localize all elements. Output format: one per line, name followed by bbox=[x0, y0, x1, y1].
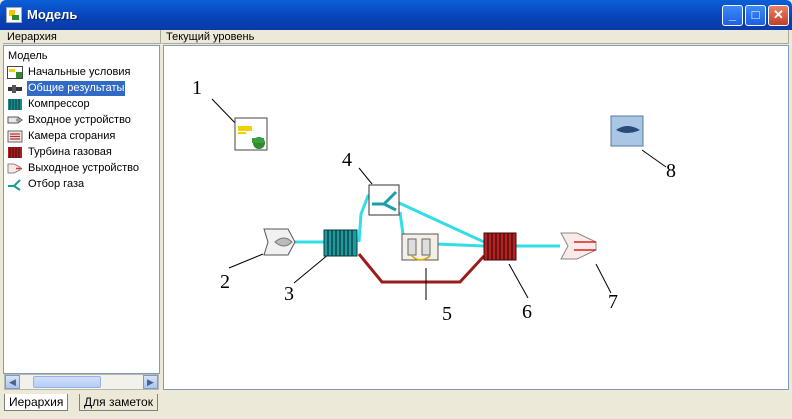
combustion-chamber-icon bbox=[7, 130, 23, 143]
block-compressor[interactable] bbox=[323, 229, 358, 257]
tree-item-label: Отбор газа bbox=[28, 178, 85, 190]
tree-root[interactable]: Модель bbox=[8, 50, 47, 62]
tree-item-label: Общие результаты bbox=[27, 81, 126, 96]
bottom-tab-bar: Иерархия Для заметок bbox=[0, 392, 792, 419]
compressor-icon bbox=[8, 99, 22, 110]
tree-item-label: Турбина газовая bbox=[28, 146, 112, 158]
scroll-right-button[interactable]: ▶ bbox=[143, 375, 158, 389]
tab-hierarchy[interactable]: Иерархия bbox=[4, 394, 69, 411]
label-3: 3 bbox=[284, 283, 294, 305]
current-level-header[interactable]: Текущий уровень bbox=[162, 30, 789, 44]
window-title: Модель bbox=[27, 7, 78, 22]
scroll-thumb[interactable] bbox=[33, 376, 101, 388]
initial-conditions-icon bbox=[7, 66, 23, 79]
leader-lines bbox=[211, 98, 667, 300]
scroll-left-button[interactable]: ◀ bbox=[5, 375, 20, 389]
hierarchy-tree[interactable]: Модель Начальные условия Общие результат… bbox=[3, 45, 160, 374]
minimize-button[interactable]: _ bbox=[722, 5, 743, 26]
minimize-icon: _ bbox=[728, 7, 737, 22]
tab-notes[interactable]: Для заметок bbox=[79, 394, 158, 411]
tree-item-label: Выходное устройство bbox=[28, 162, 139, 174]
block-general-results[interactable] bbox=[610, 115, 644, 147]
engine-diagram: 1 2 3 4 5 6 7 8 bbox=[192, 77, 676, 325]
block-combustion-chamber[interactable] bbox=[401, 233, 439, 261]
block-inlet[interactable] bbox=[263, 228, 296, 256]
block-gas-turbine[interactable] bbox=[483, 232, 517, 261]
label-4: 4 bbox=[342, 149, 352, 171]
block-initial-conditions[interactable] bbox=[234, 117, 268, 151]
title-bar[interactable]: Модель _ □ ✕ bbox=[0, 0, 792, 30]
label-5: 5 bbox=[442, 303, 452, 325]
gas-turbine-icon bbox=[8, 147, 22, 158]
gas-bleed-icon bbox=[8, 179, 21, 191]
chevron-right-icon: ▶ bbox=[147, 377, 154, 387]
block-gas-bleed[interactable] bbox=[368, 184, 400, 216]
inlet-device-icon bbox=[7, 116, 23, 124]
label-1: 1 bbox=[192, 77, 202, 99]
label-6: 6 bbox=[522, 301, 532, 323]
general-results-icon bbox=[8, 85, 22, 93]
tree-item-label: Входное устройство bbox=[28, 114, 131, 126]
maximize-button[interactable]: □ bbox=[745, 5, 766, 26]
block-nozzle[interactable] bbox=[560, 232, 597, 260]
tree-item-label: Компрессор bbox=[28, 98, 90, 110]
label-8: 8 bbox=[666, 160, 676, 182]
chevron-left-icon: ◀ bbox=[9, 377, 16, 387]
close-icon: ✕ bbox=[773, 7, 784, 22]
label-2: 2 bbox=[220, 271, 230, 293]
tree-item-label: Начальные условия bbox=[28, 66, 131, 78]
tree-item-label: Камера сгорания bbox=[28, 130, 116, 142]
flow-compressor-bleed bbox=[357, 194, 370, 243]
diagram-canvas[interactable]: 1 2 3 4 5 6 7 8 bbox=[163, 45, 789, 390]
maximize-icon: □ bbox=[751, 7, 760, 22]
flow-combustor-turbine bbox=[435, 242, 485, 248]
horizontal-scrollbar[interactable]: ◀ ▶ bbox=[4, 374, 159, 390]
label-7: 7 bbox=[608, 291, 618, 313]
nozzle-icon bbox=[7, 163, 22, 174]
app-icon bbox=[6, 7, 22, 23]
close-button[interactable]: ✕ bbox=[768, 5, 789, 26]
hierarchy-header[interactable]: Иерархия bbox=[3, 30, 161, 44]
